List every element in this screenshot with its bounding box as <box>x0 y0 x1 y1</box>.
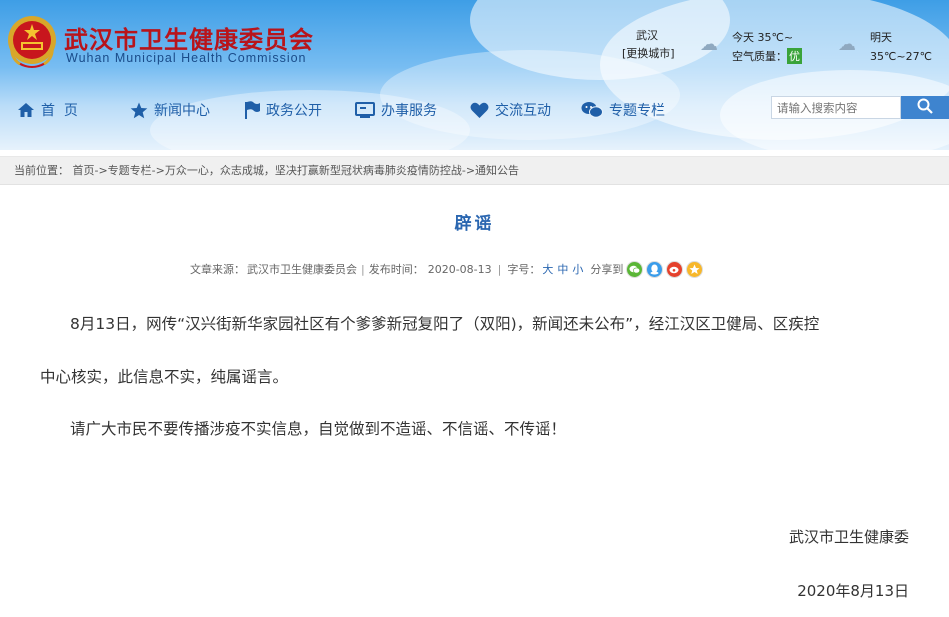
site-subtitle: Wuhan Municipal Health Commission <box>66 51 307 65</box>
nav-item-government[interactable]: 政务公开 <box>244 98 322 122</box>
nav-item-label: 首 页 <box>41 103 78 119</box>
divider: | <box>361 262 365 276</box>
nav-item-label: 办事服务 <box>381 103 437 119</box>
breadcrumb-path[interactable]: 首页->专题专栏->万众一心，众志成城，坚决打赢新型冠状病毒肺炎疫情防控战->通… <box>73 164 520 177</box>
monitor-icon <box>355 101 375 119</box>
font-size-label: 字号： <box>507 263 541 276</box>
search-button[interactable] <box>901 96 949 119</box>
nav-item-topics[interactable]: 专题专栏 <box>581 98 665 122</box>
site-title[interactable]: 武汉市卫生健康委员会 <box>64 20 314 55</box>
header-banner: 武汉市卫生健康委员会 Wuhan Municipal Health Commis… <box>0 0 949 150</box>
nav-item-interaction[interactable]: 交流互动 <box>470 98 551 122</box>
article-signature-date: 2020年8月13日 <box>797 582 909 600</box>
article-paragraph: 中心核实，此信息不实，纯属谣言。 <box>40 368 289 386</box>
air-quality-badge: 优 <box>787 48 802 64</box>
flag-icon <box>244 101 260 119</box>
heart-icon <box>470 102 489 119</box>
weather-city: 武汉 <box>636 29 658 42</box>
nav-item-label: 交流互动 <box>495 103 551 119</box>
qq-icon[interactable] <box>646 260 664 278</box>
search-icon <box>917 98 933 118</box>
source-label: 文章来源： <box>190 263 245 276</box>
today-weather: 今天 35℃~ <box>732 31 794 44</box>
date-label: 发布时间： <box>368 263 424 276</box>
air-quality: 空气质量：优 <box>732 48 802 64</box>
nav-item-label: 新闻中心 <box>154 103 210 119</box>
cloudy-weather-icon: ☁ <box>838 34 856 55</box>
tomorrow-label: 明天 <box>870 31 892 44</box>
chat-icon <box>581 101 603 119</box>
article-paragraph: 8月13日，网传“汉兴街新华家园社区有个爹爹新冠复阳了（双阳)，新闻还未公布”，… <box>70 315 820 333</box>
share-label: 分享到 <box>590 263 624 276</box>
article-paragraph: 请广大市民不要传播涉疫不实信息，自觉做到不造谣、不信谣、不传谣！ <box>70 420 567 438</box>
wechat-icon[interactable] <box>626 260 644 278</box>
font-size-large[interactable]: 大 <box>542 261 553 277</box>
breadcrumb-label: 当前位置： <box>14 164 69 177</box>
font-size-medium[interactable]: 中 <box>557 261 568 277</box>
source-value: 武汉市卫生健康委员会 <box>247 263 357 276</box>
breadcrumb: 当前位置： 首页->专题专栏->万众一心，众志成城，坚决打赢新型冠状病毒肺炎疫情… <box>0 156 949 185</box>
nav-item-news[interactable]: 新闻中心 <box>130 98 210 122</box>
font-size-small[interactable]: 小 <box>572 261 583 277</box>
star-icon <box>130 102 148 119</box>
nav-item-home[interactable]: 首 页 <box>17 98 78 122</box>
nav-item-services[interactable]: 办事服务 <box>355 98 437 122</box>
article-title: 辟谣 <box>454 214 495 234</box>
qzone-icon[interactable] <box>686 260 704 278</box>
weibo-icon[interactable] <box>666 260 684 278</box>
article-meta: 文章来源： 武汉市卫生健康委员会 | 发布时间： 2020-08-13 | 字号… <box>190 259 704 279</box>
home-icon <box>17 102 35 118</box>
divider: | <box>497 262 502 276</box>
tomorrow-temperature: 35℃~27℃ <box>870 50 932 63</box>
nav-item-label: 政务公开 <box>266 103 322 119</box>
cloudy-weather-icon: ☁ <box>700 34 718 55</box>
air-quality-label: 空气质量： <box>732 50 787 63</box>
national-emblem-icon <box>8 16 56 68</box>
date-value: 2020-08-13 <box>427 262 492 276</box>
article-signature: 武汉市卫生健康委 <box>788 528 909 546</box>
change-city-link[interactable]: [更换城市] <box>622 45 675 61</box>
nav-item-label: 专题专栏 <box>609 103 665 119</box>
search-input[interactable] <box>771 96 901 119</box>
